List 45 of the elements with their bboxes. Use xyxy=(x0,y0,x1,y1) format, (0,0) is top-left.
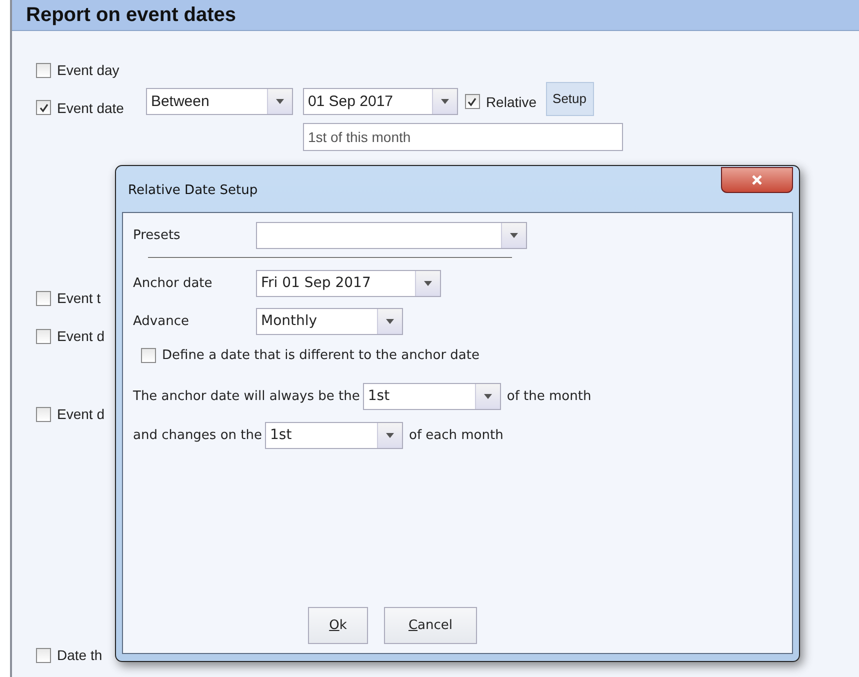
presets-dropdown[interactable] xyxy=(256,222,527,248)
dropdown-icon xyxy=(386,432,394,438)
close-icon xyxy=(752,175,762,185)
field-label: Presets xyxy=(133,228,182,242)
dropdown-icon xyxy=(510,232,518,238)
field-label: Advance xyxy=(133,314,190,328)
day-dropdown[interactable]: 1st xyxy=(362,382,501,410)
dropdown-icon xyxy=(386,318,394,324)
dropdown-icon xyxy=(276,99,284,104)
dialog-title: Relative Date Setup xyxy=(128,183,258,198)
anchor-date-dropdown[interactable]: Fri 01 Sep 2017 xyxy=(256,270,441,296)
cancel-button[interactable]: Cancel xyxy=(384,607,477,644)
ok-button[interactable]: Ok xyxy=(308,607,368,644)
text-label: and changes on the xyxy=(133,428,262,442)
checkbox-label: Event d xyxy=(57,328,104,344)
text-label: of the month xyxy=(506,388,592,404)
description-field[interactable]: 1st of this month xyxy=(302,123,623,151)
text-label: of each month xyxy=(409,428,504,442)
checkbox[interactable] xyxy=(36,328,51,344)
checkbox-label: Date th xyxy=(57,647,102,663)
mode-dropdown[interactable]: Between xyxy=(146,88,293,115)
checkbox-label: Event day xyxy=(57,62,120,78)
section-title: Report on event dates xyxy=(12,0,859,31)
checkbox[interactable] xyxy=(36,290,51,306)
dropdown-icon xyxy=(424,280,432,286)
date-dropdown[interactable]: 01 Sep 2017 xyxy=(302,88,458,115)
dropdown-icon xyxy=(484,394,492,398)
checkbox-label: Event t xyxy=(57,290,101,306)
checkbox[interactable] xyxy=(141,348,156,362)
checkbox[interactable] xyxy=(36,100,51,115)
checkbox[interactable] xyxy=(36,406,51,422)
checkbox-label: Event d xyxy=(57,406,104,422)
close-button[interactable] xyxy=(721,167,793,193)
day-dropdown[interactable]: 1st xyxy=(265,422,403,448)
checkbox[interactable] xyxy=(464,94,480,109)
checkbox[interactable] xyxy=(36,62,51,78)
field-label: Anchor date xyxy=(133,276,214,290)
checkbox-label: Event date xyxy=(57,100,124,116)
setup-button[interactable]: Setup xyxy=(546,82,594,116)
dropdown-icon xyxy=(440,99,449,104)
text-label: The anchor date will always be the xyxy=(133,388,360,404)
checkbox[interactable] xyxy=(36,648,51,662)
checkbox-label: Relative xyxy=(486,94,537,110)
checkbox-label: Define a date that is different to the anchor date xyxy=(162,348,480,362)
advance-dropdown[interactable]: Monthly xyxy=(256,308,403,334)
